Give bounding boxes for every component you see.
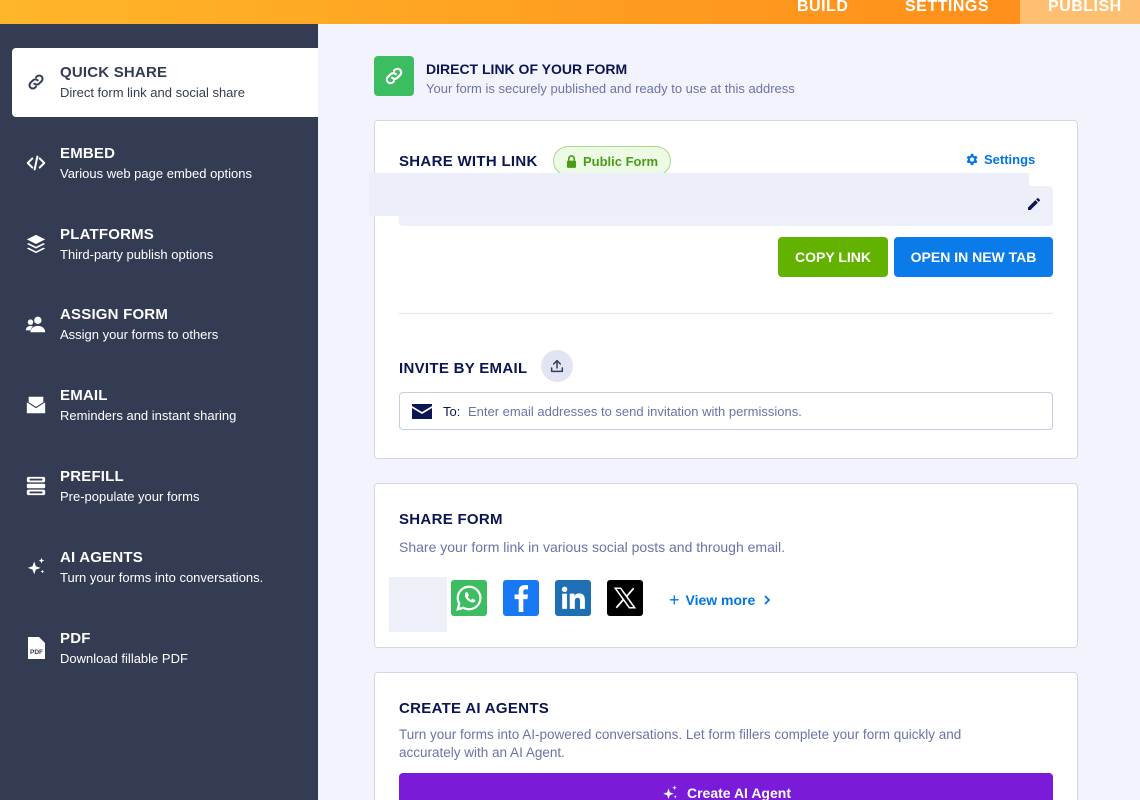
lock-icon bbox=[566, 154, 577, 168]
link-icon bbox=[24, 70, 48, 94]
open-in-new-tab-button[interactable]: OPEN IN NEW TAB bbox=[894, 237, 1053, 277]
link-icon bbox=[374, 56, 414, 96]
ai-agents-description-line: Turn your forms into AI-powered conversa… bbox=[399, 727, 962, 742]
ai-agents-card: CREATE AI AGENTS Turn your forms into AI… bbox=[374, 672, 1078, 800]
gear-icon bbox=[966, 153, 978, 166]
sidebar-item-title: QUICK SHARE bbox=[60, 64, 168, 81]
plus-icon: + bbox=[669, 590, 680, 610]
sidebar-item-subtitle: Third-party publish options bbox=[60, 247, 214, 262]
pencil-icon[interactable] bbox=[1026, 196, 1042, 217]
share-form-card: SHARE FORM Share your form link in vario… bbox=[374, 483, 1078, 648]
upload-icon bbox=[550, 359, 564, 373]
email-input[interactable] bbox=[468, 399, 1038, 423]
view-more-label: View more bbox=[685, 592, 756, 608]
invite-by-email-title: INVITE BY EMAIL bbox=[399, 360, 528, 377]
sidebar-item-subtitle: Direct form link and social share bbox=[60, 85, 245, 100]
sparkle-icon bbox=[24, 555, 48, 579]
sidebar-item-assign-form[interactable]: ASSIGN FORM Assign your forms to others bbox=[12, 290, 318, 359]
whatsapp-icon[interactable] bbox=[451, 580, 487, 616]
share-placeholder bbox=[389, 577, 447, 632]
facebook-icon[interactable] bbox=[503, 580, 539, 616]
share-form-description: Share your form link in various social p… bbox=[399, 539, 785, 555]
sidebar-item-title: ASSIGN FORM bbox=[60, 306, 169, 323]
pdf-icon: PDF bbox=[24, 636, 48, 660]
upload-button[interactable] bbox=[541, 350, 573, 382]
ai-agents-description-line: accurately with an AI Agent. bbox=[399, 745, 565, 760]
envelope-icon bbox=[412, 404, 432, 424]
page-subtitle: Your form is securely published and read… bbox=[426, 81, 795, 96]
sidebar-item-title: EMAIL bbox=[60, 387, 108, 404]
sidebar-item-prefill[interactable]: PREFILL Pre-populate your forms bbox=[12, 452, 318, 521]
share-form-title: SHARE FORM bbox=[399, 511, 503, 528]
sidebar-item-subtitle: Turn your forms into conversations. bbox=[60, 570, 264, 585]
sidebar-item-email[interactable]: EMAIL Reminders and instant sharing bbox=[12, 371, 318, 440]
sidebar: QUICK SHARE Direct form link and social … bbox=[0, 24, 318, 800]
chevron-right-icon bbox=[764, 595, 771, 605]
sparkle-icon bbox=[663, 785, 677, 799]
share-link-card: SHARE WITH LINK Public Form Settings COP… bbox=[369, 120, 1078, 459]
url-redaction bbox=[369, 173, 1029, 216]
sidebar-item-title: PLATFORMS bbox=[60, 226, 155, 243]
sidebar-item-title: PREFILL bbox=[60, 468, 124, 485]
invite-email-field: To: bbox=[399, 392, 1053, 430]
sidebar-item-platforms[interactable]: PLATFORMS Third-party publish options bbox=[12, 210, 318, 279]
tab-build[interactable]: BUILD bbox=[797, 0, 848, 24]
badge-label: Public Form bbox=[583, 153, 659, 169]
tab-settings[interactable]: SETTINGS bbox=[905, 0, 989, 24]
users-icon bbox=[24, 312, 48, 336]
divider bbox=[399, 313, 1053, 314]
settings-link[interactable]: Settings bbox=[964, 152, 1035, 167]
sidebar-item-quick-share[interactable]: QUICK SHARE Direct form link and social … bbox=[12, 48, 318, 117]
sidebar-item-title: PDF bbox=[60, 630, 91, 647]
public-form-badge[interactable]: Public Form bbox=[553, 146, 672, 176]
page-title: DIRECT LINK OF YOUR FORM bbox=[426, 61, 628, 77]
sidebar-item-ai-agents[interactable]: AI AGENTS Turn your forms into conversat… bbox=[12, 533, 318, 602]
sidebar-item-subtitle: Assign your forms to others bbox=[60, 327, 219, 342]
settings-label: Settings bbox=[984, 152, 1036, 167]
svg-text:PDF: PDF bbox=[30, 649, 43, 656]
view-more-link[interactable]: + View more bbox=[669, 590, 773, 610]
ai-agents-description: Turn your forms into AI-powered conversa… bbox=[399, 726, 961, 762]
x-icon[interactable] bbox=[607, 580, 643, 616]
mail-icon bbox=[24, 393, 48, 417]
sidebar-item-subtitle: Various web page embed options bbox=[60, 166, 252, 181]
share-with-link-title: SHARE WITH LINK bbox=[399, 153, 538, 170]
sidebar-item-subtitle: Pre-populate your forms bbox=[60, 489, 200, 504]
sidebar-item-pdf[interactable]: PDF PDF Download fillable PDF bbox=[12, 614, 318, 683]
prefill-icon bbox=[24, 474, 48, 498]
sidebar-item-title: AI AGENTS bbox=[60, 549, 143, 566]
sidebar-item-title: EMBED bbox=[60, 145, 116, 162]
create-ai-agent-label: Create AI Agent bbox=[687, 785, 791, 800]
top-nav: BUILD SETTINGS PUBLISH bbox=[0, 0, 1140, 24]
sidebar-item-subtitle: Download fillable PDF bbox=[60, 651, 188, 666]
code-icon bbox=[24, 151, 48, 175]
create-ai-agent-button[interactable]: Create AI Agent bbox=[399, 773, 1053, 800]
create-ai-agents-title: CREATE AI AGENTS bbox=[399, 700, 550, 717]
sidebar-item-subtitle: Reminders and instant sharing bbox=[60, 408, 237, 423]
copy-link-button[interactable]: COPY LINK bbox=[778, 237, 888, 277]
linkedin-icon[interactable] bbox=[555, 580, 591, 616]
to-label: To: bbox=[443, 404, 461, 419]
tab-publish[interactable]: PUBLISH bbox=[1020, 0, 1140, 24]
sidebar-item-embed[interactable]: EMBED Various web page embed options bbox=[12, 129, 318, 198]
layers-icon bbox=[24, 232, 48, 256]
